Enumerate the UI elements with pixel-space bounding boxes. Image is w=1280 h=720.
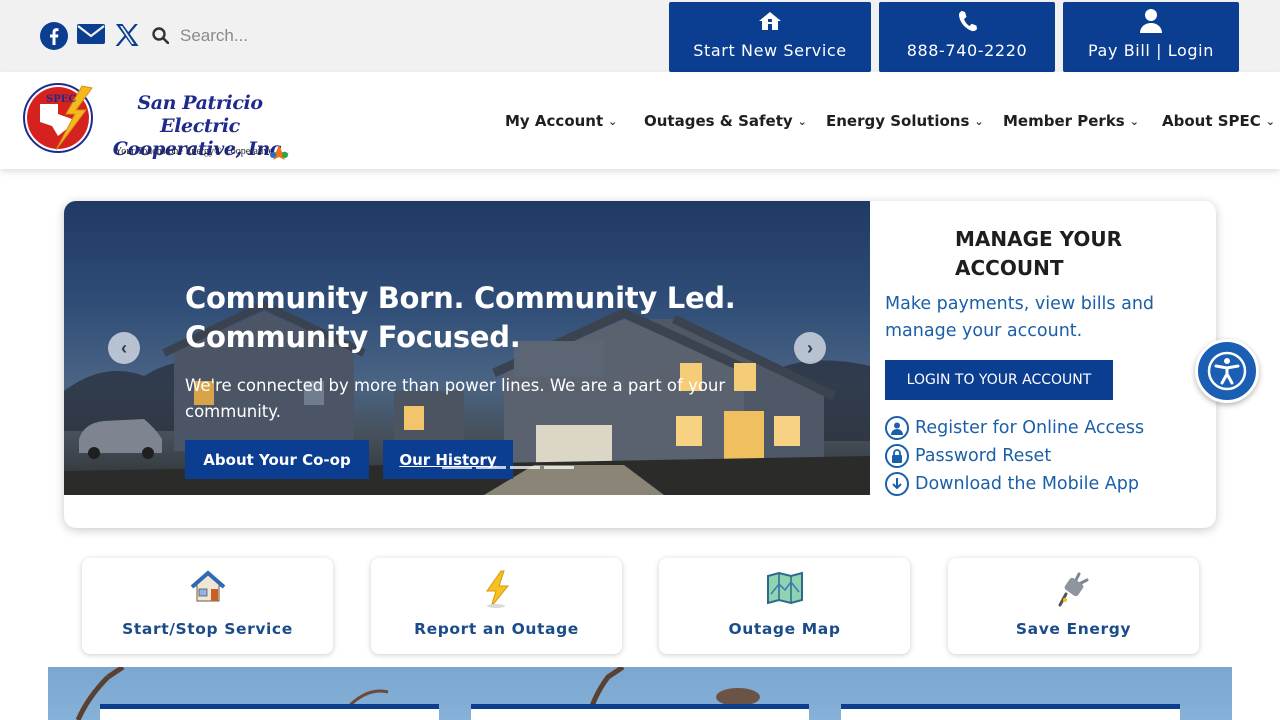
plug-icon: [1058, 572, 1088, 607]
nav-my-account-label: My Account: [505, 112, 604, 130]
download-mobile-app-label: Download the Mobile App: [915, 474, 1139, 494]
chevron-right-icon: ›: [807, 337, 813, 358]
manage-account-title: MANAGE YOUR ACCOUNT: [955, 227, 1123, 280]
carousel-dot[interactable]: [510, 466, 540, 469]
nav-outages-safety-label: Outages & Safety: [644, 112, 793, 130]
map-icon: [766, 571, 803, 605]
accessibility-button[interactable]: [1195, 339, 1259, 403]
hero-slide: Community Born. Community Led. Community…: [64, 201, 870, 495]
our-history-button[interactable]: Our History: [383, 440, 513, 479]
bottom-banner: [48, 667, 1232, 720]
chevron-down-icon: ⌄: [1129, 114, 1139, 128]
nav-outages-safety[interactable]: Outages & Safety ⌄: [644, 112, 807, 130]
start-new-service-button[interactable]: Start New Service: [669, 2, 871, 72]
chevron-left-icon: ‹: [121, 337, 127, 358]
carousel-next-button[interactable]: ›: [794, 332, 826, 364]
outage-map-label: Outage Map: [728, 620, 841, 638]
download-mobile-app-link[interactable]: Download the Mobile App: [885, 472, 1139, 496]
nav-about-spec-label: About SPEC: [1162, 112, 1261, 130]
chevron-down-icon: ⌄: [797, 114, 807, 128]
search-input[interactable]: [170, 22, 370, 50]
report-outage-label: Report an Outage: [414, 620, 579, 638]
pay-bill-login-button[interactable]: Pay Bill | Login: [1063, 2, 1239, 72]
top-utility-bar: Start New Service 888-740-2220 Pay Bill …: [0, 0, 1280, 72]
save-energy-label: Save Energy: [1015, 620, 1132, 638]
banner-card: [100, 704, 439, 720]
carousel-indicators: [442, 466, 574, 469]
x-icon[interactable]: [114, 22, 140, 48]
start-stop-service-card[interactable]: Start/Stop Service: [82, 558, 333, 654]
carousel-dot[interactable]: [442, 466, 472, 469]
search-icon[interactable]: [152, 27, 170, 49]
save-energy-card[interactable]: Save Energy: [948, 558, 1199, 654]
user-icon: [1139, 7, 1163, 35]
phone-number-button[interactable]: 888-740-2220: [879, 2, 1055, 72]
lock-icon: [885, 444, 909, 468]
nav-my-account[interactable]: My Account ⌄: [505, 112, 617, 130]
site-header: SPEC San Patricio Electric Cooperative, …: [0, 72, 1280, 169]
chevron-down-icon: ⌄: [608, 114, 618, 128]
login-to-account-button[interactable]: LOGIN TO YOUR ACCOUNT: [885, 360, 1113, 400]
logo-tagline: Your Touchstone Energy® Cooperative: [115, 146, 273, 157]
lightning-icon: [485, 570, 509, 608]
spec-logo[interactable]: SPEC San Patricio Electric Cooperative, …: [20, 80, 300, 164]
email-icon[interactable]: [76, 22, 106, 46]
chevron-down-icon: ⌄: [1265, 114, 1275, 128]
start-new-service-label: Start New Service: [693, 41, 847, 60]
phone-number-label: 888-740-2220: [906, 41, 1028, 60]
logo-name-line1: San Patricio Electric: [137, 92, 263, 137]
hero-title: Community Born. Community Led. Community…: [185, 281, 736, 354]
outage-map-card[interactable]: Outage Map: [659, 558, 910, 654]
download-icon: [885, 472, 909, 496]
pay-bill-login-label: Pay Bill | Login: [1088, 41, 1214, 60]
start-stop-service-label: Start/Stop Service: [122, 620, 293, 638]
nav-energy-solutions[interactable]: Energy Solutions ⌄: [826, 112, 984, 130]
manage-account-description: Make payments, view bills and manage you…: [885, 294, 1155, 341]
svg-text:SPEC: SPEC: [46, 94, 76, 105]
nav-energy-solutions-label: Energy Solutions: [826, 112, 970, 130]
hero-text: We're connected by more than power lines…: [185, 376, 726, 421]
manage-account-panel: MANAGE YOUR ACCOUNT Make payments, view …: [885, 201, 1216, 528]
home-icon: [758, 7, 782, 35]
about-your-coop-button[interactable]: About Your Co-op: [185, 440, 369, 479]
carousel-prev-button[interactable]: ‹: [108, 332, 140, 364]
user-circle-icon: [885, 416, 909, 440]
banner-card: [841, 704, 1180, 720]
register-online-access-link[interactable]: Register for Online Access: [885, 416, 1144, 440]
facebook-icon[interactable]: [40, 22, 68, 50]
report-outage-card[interactable]: Report an Outage: [371, 558, 622, 654]
chevron-down-icon: ⌄: [974, 114, 984, 128]
banner-card: [471, 704, 809, 720]
nav-member-perks-label: Member Perks: [1003, 112, 1125, 130]
house-icon: [190, 570, 225, 602]
nav-about-spec[interactable]: About SPEC ⌄: [1162, 112, 1275, 130]
password-reset-label: Password Reset: [915, 446, 1052, 466]
touchstone-energy-icon: [269, 145, 289, 160]
hero-card: Community Born. Community Led. Community…: [64, 201, 1216, 528]
carousel-dot[interactable]: [476, 466, 506, 469]
carousel-dot[interactable]: [544, 466, 574, 469]
spec-emblem: SPEC: [23, 83, 93, 153]
password-reset-link[interactable]: Password Reset: [885, 444, 1051, 468]
register-online-access-label: Register for Online Access: [915, 418, 1145, 438]
phone-icon: [957, 7, 977, 35]
accessibility-icon: [1207, 351, 1247, 391]
nav-member-perks[interactable]: Member Perks ⌄: [1003, 112, 1139, 130]
